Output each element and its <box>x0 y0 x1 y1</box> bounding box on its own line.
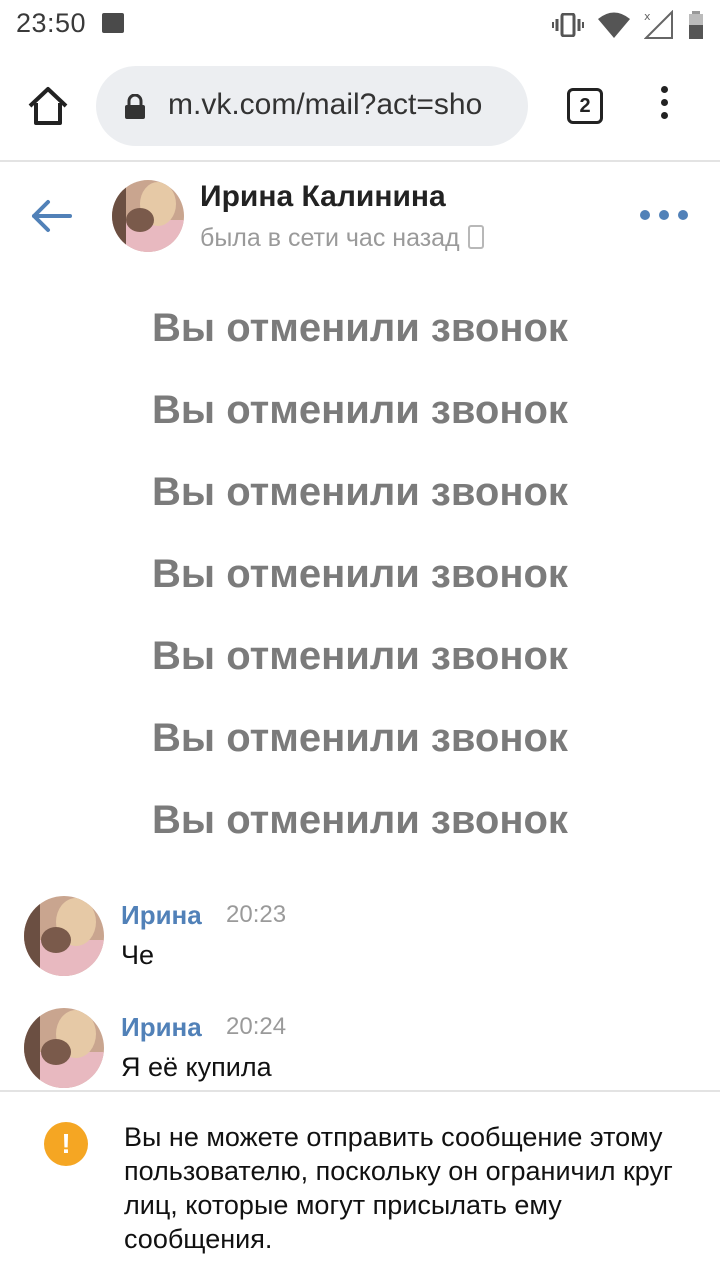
url-text: m.vk.com/mail?act=sho <box>168 88 483 121</box>
notice-text: Вы не можете отправить сообщение этому п… <box>124 1122 673 1254</box>
battery-icon <box>689 11 703 39</box>
contact-name[interactable]: Ирина Калинина <box>200 180 446 214</box>
avatar[interactable] <box>24 896 104 976</box>
message-author[interactable]: Ирина <box>121 1012 202 1043</box>
system-message: Вы отменили звонок <box>152 388 568 432</box>
browser-toolbar: m.vk.com/mail?act=sho 2 <box>0 50 720 162</box>
wifi-icon <box>598 12 630 38</box>
avatar[interactable] <box>24 1008 104 1088</box>
address-bar[interactable]: m.vk.com/mail?act=sho <box>96 66 528 146</box>
call-log: Вы отменили звонок Вы отменили звонок Вы… <box>0 296 720 870</box>
menu-icon[interactable] <box>655 86 673 126</box>
message-text: Че <box>121 940 155 970</box>
contact-status: была в сети час назад <box>200 224 484 253</box>
status-bar: 23:50 x <box>0 0 720 50</box>
message-text: Я её купила <box>121 1052 272 1082</box>
blocked-notice: ! Вы не можете отправить сообщение этому… <box>0 1090 720 1282</box>
lock-icon <box>125 94 145 119</box>
svg-text:x: x <box>644 10 651 23</box>
vibrate-icon <box>552 13 584 37</box>
chat-header: Ирина Калинина была в сети час назад <box>0 162 720 272</box>
system-message: Вы отменили звонок <box>152 306 568 350</box>
system-message: Вы отменили звонок <box>152 634 568 678</box>
mobile-icon <box>467 225 484 249</box>
tabs-button[interactable]: 2 <box>567 88 603 124</box>
status-icons: x <box>552 8 704 42</box>
system-message: Вы отменили звонок <box>152 470 568 514</box>
system-message: Вы отменили звонок <box>152 716 568 760</box>
contact-status-text: была в сети час назад <box>200 224 460 252</box>
home-icon[interactable] <box>26 84 70 128</box>
message-time: 20:24 <box>226 1013 287 1040</box>
system-message: Вы отменили звонок <box>152 798 568 842</box>
avatar[interactable] <box>112 180 184 252</box>
back-arrow-icon[interactable] <box>30 198 74 234</box>
message-author[interactable]: Ирина <box>121 900 202 931</box>
warning-icon: ! <box>44 1122 88 1166</box>
system-message: Вы отменили звонок <box>152 552 568 596</box>
message-item[interactable]: Ирина 20:24 Я её купила <box>0 1008 720 1098</box>
signal-icon: x <box>644 10 673 39</box>
more-icon[interactable] <box>640 210 688 222</box>
message-item[interactable]: Ирина 20:23 Че <box>0 896 720 986</box>
image-icon <box>102 13 124 33</box>
status-time: 23:50 <box>16 8 87 38</box>
message-time: 20:23 <box>226 901 287 928</box>
